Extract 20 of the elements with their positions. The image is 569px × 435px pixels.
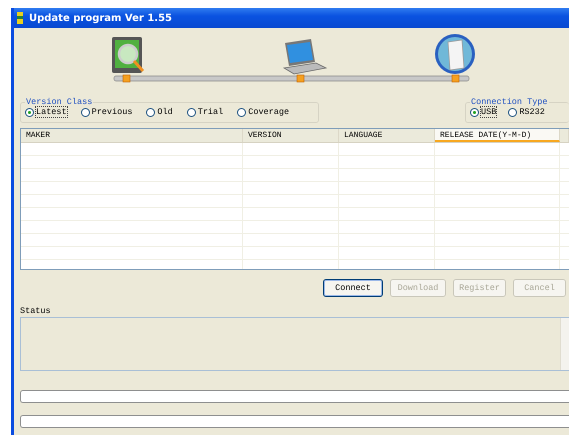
app-icon bbox=[16, 12, 24, 24]
vertical-scrollbar[interactable] bbox=[560, 318, 569, 370]
radio-option[interactable]: Coverage bbox=[237, 107, 290, 117]
group-label: Connection Type bbox=[470, 97, 549, 107]
radio-option[interactable]: RS232 bbox=[508, 107, 545, 117]
status-label: Status bbox=[20, 306, 52, 316]
window-title: Update program Ver 1.55 bbox=[29, 12, 172, 24]
laptop-icon bbox=[282, 39, 328, 74]
radio-option[interactable]: Old bbox=[146, 107, 173, 117]
radio-option[interactable]: Latest bbox=[25, 107, 67, 117]
radio-option[interactable]: Trial bbox=[186, 107, 224, 117]
column-header[interactable]: MAKER bbox=[21, 129, 243, 142]
action-button[interactable]: Connect bbox=[323, 279, 383, 297]
column-header[interactable]: RELEASE DATE(Y-M-D) bbox=[435, 129, 560, 142]
radio-option[interactable]: USB bbox=[470, 107, 496, 117]
monitor-magnifier-icon bbox=[112, 37, 144, 73]
group-label: Version Class bbox=[25, 97, 94, 107]
column-header[interactable]: VERSION bbox=[243, 129, 339, 142]
server-globe-icon bbox=[435, 34, 475, 74]
radio-option[interactable]: Previous bbox=[80, 107, 132, 117]
